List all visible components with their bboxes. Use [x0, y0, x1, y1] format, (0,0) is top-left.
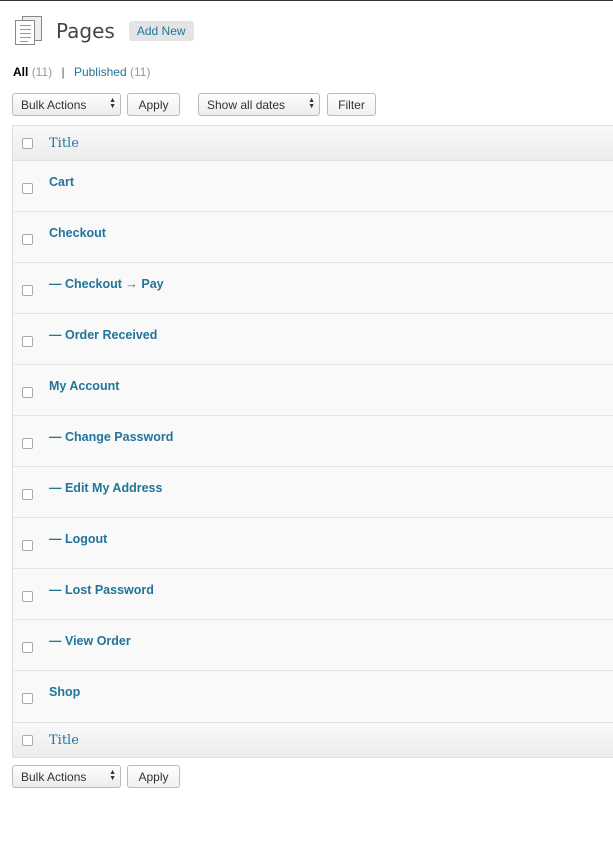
view-all-link[interactable]: All — [13, 65, 28, 79]
table-row: My Account — [13, 365, 613, 416]
row-title-link[interactable]: Checkout — [49, 226, 106, 240]
top-tablenav: Bulk Actions ▲ ▼ Apply Show all dates ▲ ▼ … — [12, 93, 376, 116]
table-row: Shop — [13, 671, 613, 722]
bulk-actions-select-bottom[interactable]: Bulk Actions ▲ ▼ — [12, 765, 121, 788]
select-all-checkbox-footer[interactable] — [22, 735, 33, 746]
table-row: — Order Received — [13, 314, 613, 365]
table-row: — Logout — [13, 518, 613, 569]
row-title-link[interactable]: — Edit My Address — [49, 481, 162, 495]
select-arrows-icon: ▲ ▼ — [109, 769, 116, 782]
table-footer: Title — [13, 722, 613, 757]
select-arrows-icon: ▲ ▼ — [109, 97, 116, 110]
dates-select[interactable]: Show all dates ▲ ▼ — [198, 93, 320, 116]
select-all-checkbox[interactable] — [22, 138, 33, 149]
row-checkbox[interactable] — [22, 591, 33, 602]
bottom-tablenav: Bulk Actions ▲ ▼ Apply — [12, 765, 180, 788]
table-body: Cart Checkout — Checkout → Pay — Order R… — [13, 161, 613, 722]
row-title-link[interactable]: Cart — [49, 175, 74, 189]
apply-button[interactable]: Apply — [127, 93, 180, 116]
bulk-actions-value: Bulk Actions — [21, 97, 87, 112]
row-checkbox[interactable] — [22, 540, 33, 551]
pages-table: Title Cart Checkout — Checkout → Pay — O… — [12, 125, 613, 758]
page-header: Pages Add New — [14, 15, 194, 47]
row-title-link[interactable]: — Order Received — [49, 328, 157, 342]
page-title: Pages — [56, 19, 115, 43]
select-arrows-icon: ▲ ▼ — [308, 97, 315, 110]
table-row: Cart — [13, 161, 613, 212]
title-column-header[interactable]: Title — [49, 136, 79, 151]
table-header: Title — [13, 126, 613, 161]
view-filters: All (11) | Published (11) — [13, 65, 150, 79]
pages-icon — [14, 16, 44, 46]
table-row: — Lost Password — [13, 569, 613, 620]
apply-button-bottom[interactable]: Apply — [127, 765, 180, 788]
table-row: — Change Password — [13, 416, 613, 467]
table-row: — Edit My Address — [13, 467, 613, 518]
view-all-count: (11) — [31, 65, 53, 79]
row-checkbox[interactable] — [22, 336, 33, 347]
view-published-link[interactable]: Published — [74, 65, 127, 79]
row-title-link[interactable]: — Logout — [49, 532, 107, 546]
row-title-link[interactable]: — View Order — [49, 634, 131, 648]
dates-value: Show all dates — [207, 97, 286, 112]
table-row: — View Order — [13, 620, 613, 671]
view-separator: | — [61, 65, 65, 79]
table-row: Checkout — [13, 212, 613, 263]
row-checkbox[interactable] — [22, 438, 33, 449]
view-published-count: (11) — [130, 65, 151, 79]
add-new-button[interactable]: Add New — [128, 21, 194, 41]
row-title-link[interactable]: Shop — [49, 685, 80, 699]
row-checkbox[interactable] — [22, 183, 33, 194]
table-row: — Checkout → Pay — [13, 263, 613, 314]
row-title-link[interactable]: — Checkout → Pay — [49, 277, 164, 291]
row-checkbox[interactable] — [22, 489, 33, 500]
bulk-actions-value: Bulk Actions — [21, 769, 87, 784]
bulk-actions-select[interactable]: Bulk Actions ▲ ▼ — [12, 93, 121, 116]
row-title-link[interactable]: My Account — [49, 379, 119, 393]
title-column-footer[interactable]: Title — [49, 733, 79, 748]
row-title-link[interactable]: — Lost Password — [49, 583, 154, 597]
row-checkbox[interactable] — [22, 642, 33, 653]
row-checkbox[interactable] — [22, 234, 33, 245]
filter-button[interactable]: Filter — [327, 93, 376, 116]
row-checkbox[interactable] — [22, 693, 33, 704]
row-checkbox[interactable] — [22, 387, 33, 398]
row-title-link[interactable]: — Change Password — [49, 430, 173, 444]
row-checkbox[interactable] — [22, 285, 33, 296]
